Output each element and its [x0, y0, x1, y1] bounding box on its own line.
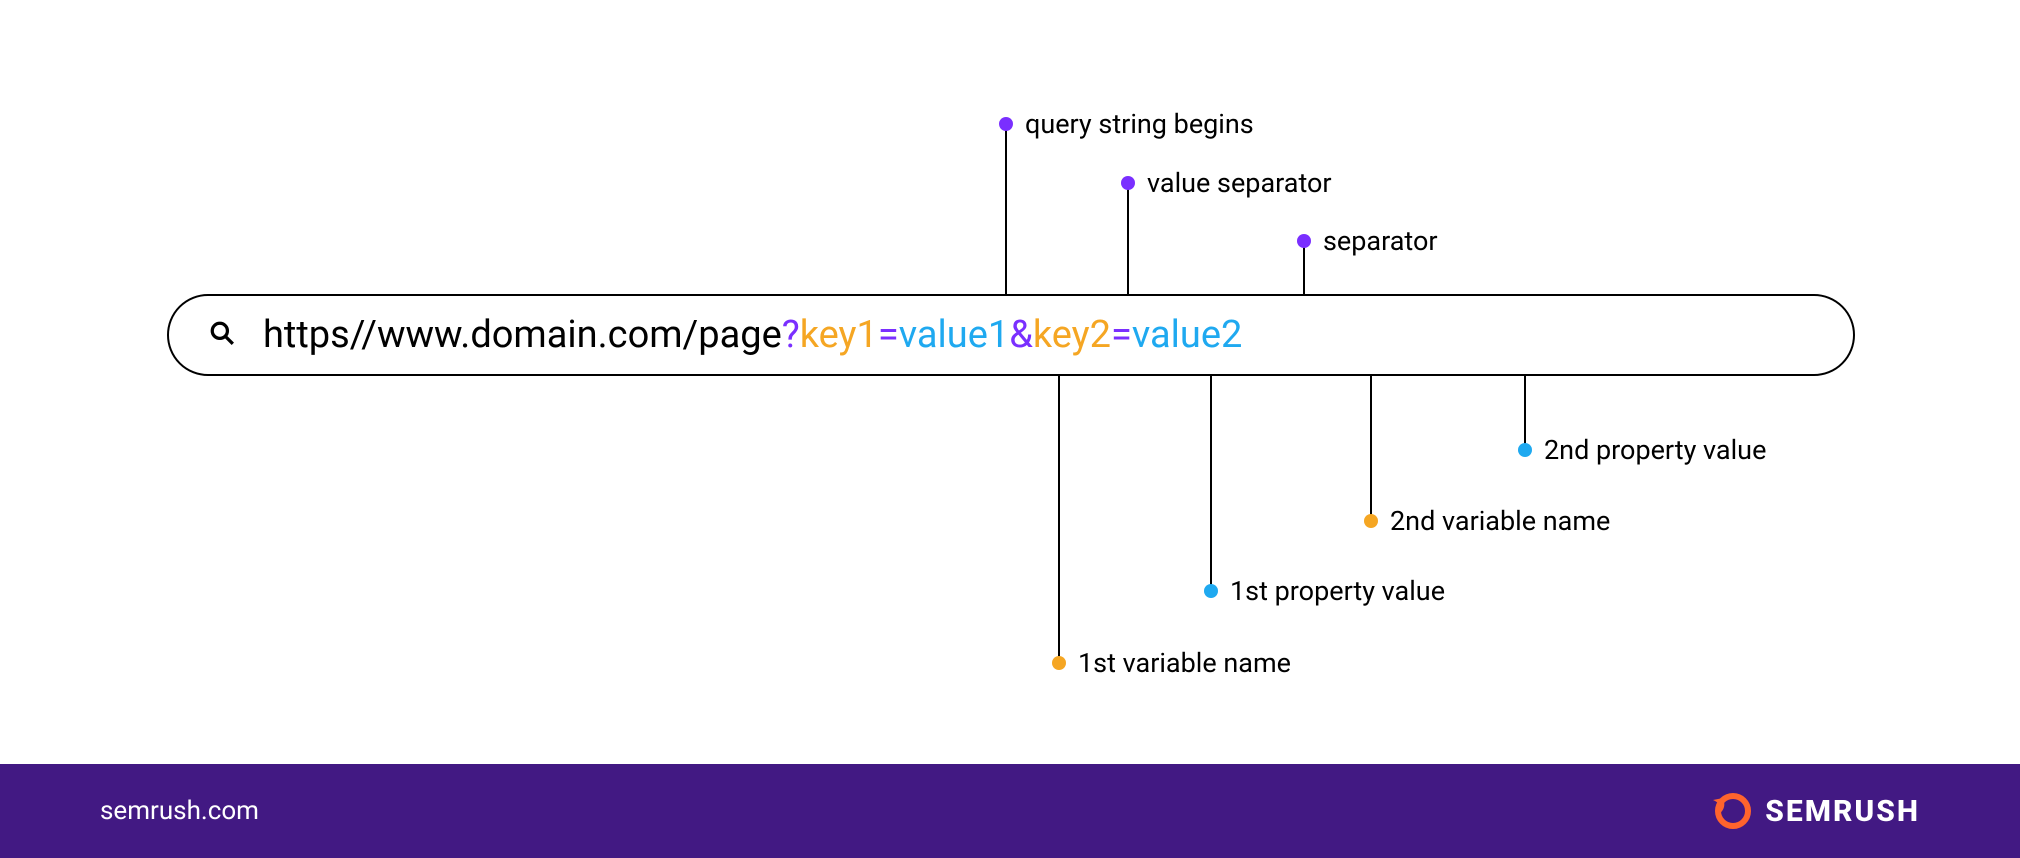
- annotation-separator: separator: [1297, 225, 1438, 257]
- url-base: https//www.domain.com/page: [263, 313, 782, 357]
- leader-query-begins: [1005, 130, 1007, 294]
- url-text: https//www.domain.com/page?key1=value1&k…: [263, 313, 1242, 357]
- dot-icon: [1297, 234, 1311, 248]
- brand-name: SEMRUSH: [1765, 794, 1920, 829]
- annotation-label: 1st property value: [1230, 575, 1445, 607]
- search-icon: [209, 320, 235, 350]
- leader-var2: [1370, 376, 1372, 518]
- annotation-value-sep: value separator: [1121, 167, 1332, 199]
- annotation-pval2: 2nd property value: [1518, 434, 1766, 466]
- annotation-label: query string begins: [1025, 108, 1254, 140]
- url-key1: key1: [800, 313, 878, 357]
- annotation-var2: 2nd variable name: [1364, 505, 1610, 537]
- annotation-label: separator: [1323, 225, 1438, 257]
- url-qmark: ?: [782, 313, 800, 357]
- dot-icon: [1052, 656, 1066, 670]
- annotation-pval1: 1st property value: [1204, 575, 1445, 607]
- annotation-var1: 1st variable name: [1052, 647, 1291, 679]
- url-key2: key2: [1033, 313, 1111, 357]
- annotation-query-begins: query string begins: [999, 108, 1254, 140]
- dot-icon: [1121, 176, 1135, 190]
- url-val1: value1: [899, 313, 1010, 357]
- annotation-label: 2nd variable name: [1390, 505, 1610, 537]
- leader-value-sep: [1127, 189, 1129, 294]
- dot-icon: [999, 117, 1013, 131]
- leader-pval1: [1210, 376, 1212, 588]
- footer: semrush.com SEMRUSH: [0, 764, 2020, 858]
- url-eq1: =: [878, 313, 899, 357]
- leader-var1: [1058, 376, 1060, 660]
- flame-icon: [1709, 790, 1751, 832]
- footer-site: semrush.com: [100, 796, 259, 826]
- dot-icon: [1204, 584, 1218, 598]
- dot-icon: [1518, 443, 1532, 457]
- url-bar: https//www.domain.com/page?key1=value1&k…: [167, 294, 1855, 376]
- diagram-canvas: query string begins value separator sepa…: [0, 0, 2020, 858]
- dot-icon: [1364, 514, 1378, 528]
- annotation-label: 2nd property value: [1544, 434, 1766, 466]
- brand-logo: SEMRUSH: [1709, 790, 1920, 832]
- url-val2: value2: [1132, 313, 1243, 357]
- annotation-label: 1st variable name: [1078, 647, 1291, 679]
- url-amp: &: [1009, 313, 1033, 357]
- annotation-label: value separator: [1147, 167, 1332, 199]
- url-eq2: =: [1111, 313, 1132, 357]
